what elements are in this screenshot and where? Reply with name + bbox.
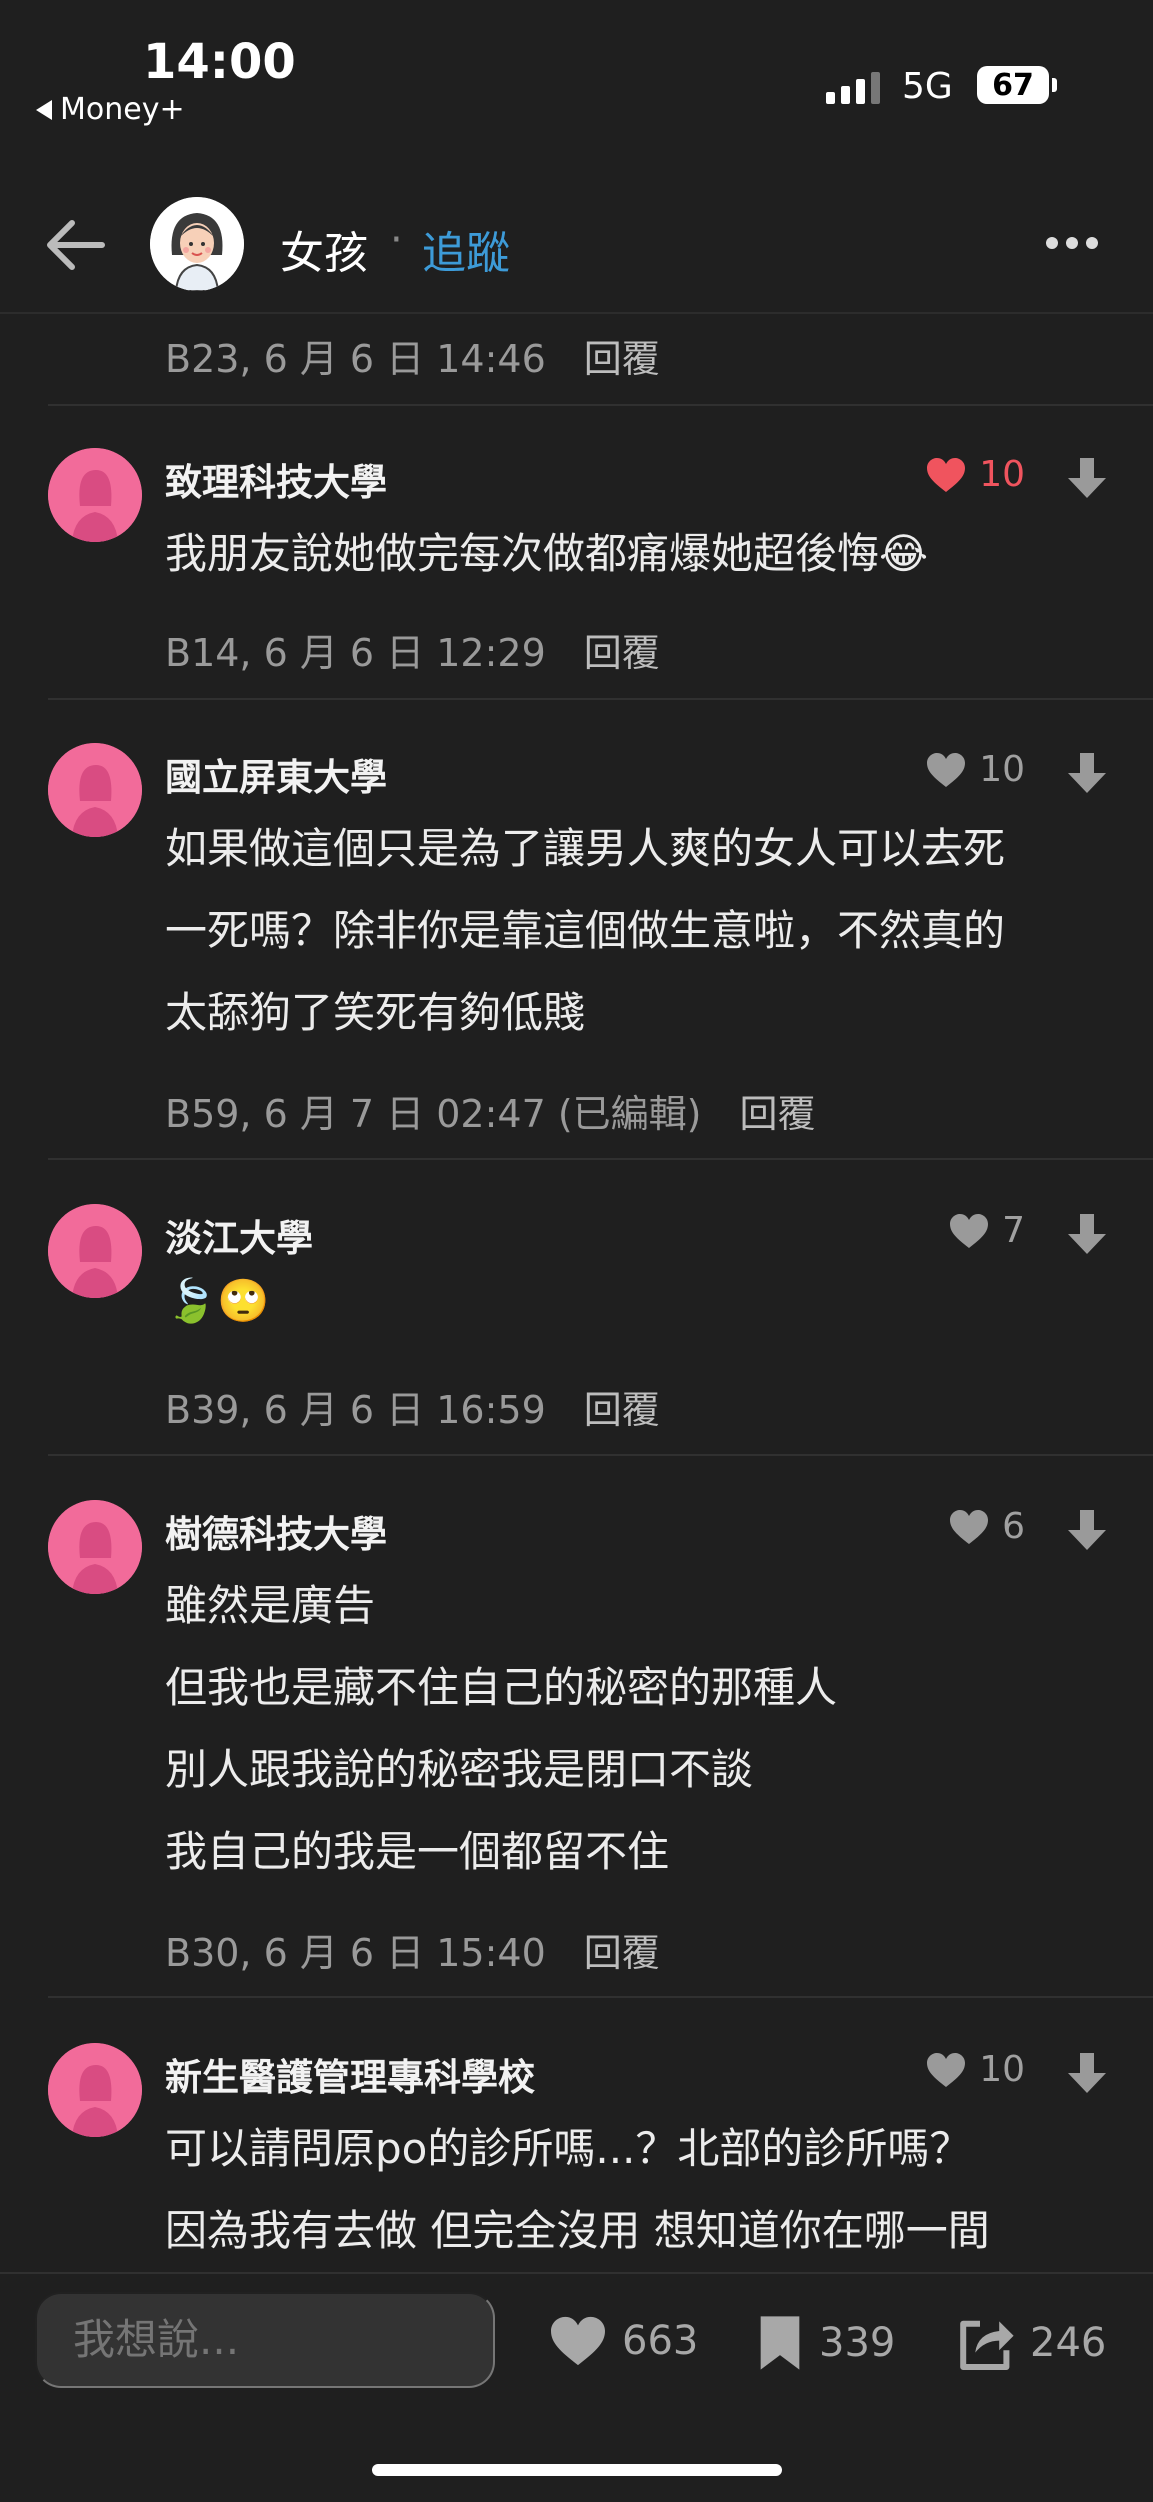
like-count: 6 xyxy=(1002,1506,1025,1547)
person-silhouette-icon xyxy=(48,743,142,837)
comment-text-line: 雖然是廣告 xyxy=(165,1581,376,1630)
avatar[interactable] xyxy=(48,448,142,542)
back-to-app-link[interactable]: Money+ xyxy=(36,92,185,127)
commenter-school: 致理科技大學 xyxy=(165,461,387,504)
comment-like-button[interactable]: 10 xyxy=(925,749,1025,790)
comment-meta: B30, 6 月 6 日 15:40 回覆 xyxy=(165,1922,660,1977)
comment-divider xyxy=(48,1158,1153,1160)
like-count: 10 xyxy=(979,749,1025,790)
like-count: 7 xyxy=(1002,1210,1025,1251)
header-divider xyxy=(0,312,1153,314)
avatar[interactable] xyxy=(48,743,142,837)
person-silhouette-icon xyxy=(48,448,142,542)
back-arrow-icon[interactable] xyxy=(40,215,110,275)
reply-button[interactable]: 回覆 xyxy=(584,1388,660,1432)
comment-like-button[interactable]: 10 xyxy=(925,454,1025,495)
reply-button[interactable]: 回覆 xyxy=(584,1931,660,1975)
comment-divider xyxy=(48,1996,1153,1998)
comment-text-line: 一死嗎？除非你是靠這個做生意啦，不然真的 xyxy=(165,906,1006,955)
more-options-icon[interactable] xyxy=(1046,237,1098,249)
back-app-label: Money+ xyxy=(60,92,185,127)
avatar[interactable] xyxy=(48,1204,142,1298)
bookmark-button[interactable]: 339 xyxy=(755,2314,895,2372)
like-count: 10 xyxy=(979,454,1025,495)
battery-icon: 67 xyxy=(977,66,1049,104)
comment-text-line: 太舔狗了笑死有夠低賤 xyxy=(165,988,586,1037)
heart-icon xyxy=(551,2316,605,2366)
heart-filled-icon xyxy=(927,457,966,492)
comment-floor-time: B39, 6 月 6 日 16:59 xyxy=(165,1388,546,1432)
comment-like-button[interactable]: 10 xyxy=(925,2049,1025,2090)
heart-icon xyxy=(950,1213,989,1248)
comment-text-line: 🍃🙄 xyxy=(165,1276,270,1325)
commenter-school: 國立屏東大學 xyxy=(165,756,387,799)
person-silhouette-icon xyxy=(48,1204,142,1298)
battery-level: 67 xyxy=(992,67,1034,103)
reply-button[interactable]: 回覆 xyxy=(740,1092,816,1136)
comment-text-line: 如果做這個只是為了讓男人爽的女人可以去死 xyxy=(165,824,1006,873)
post-like-button[interactable]: 663 xyxy=(548,2314,698,2368)
follow-button[interactable]: 追蹤 xyxy=(422,217,510,281)
network-label: 5G xyxy=(902,66,953,107)
back-triangle-icon xyxy=(36,99,52,120)
comment-text-line: 我自己的我是一個都留不住 xyxy=(165,1827,670,1876)
downvote-arrow-icon[interactable] xyxy=(1066,456,1108,500)
downvote-arrow-icon[interactable] xyxy=(1066,2051,1108,2095)
person-silhouette-icon xyxy=(48,2043,142,2137)
downvote-arrow-icon[interactable] xyxy=(1066,751,1108,795)
reply-button[interactable]: 回覆 xyxy=(584,631,660,675)
downvote-arrow-icon[interactable] xyxy=(1066,1212,1108,1256)
author-avatar[interactable] xyxy=(150,197,244,291)
comment-divider xyxy=(48,698,1153,700)
share-count: 246 xyxy=(1030,2320,1107,2366)
comment-input[interactable] xyxy=(35,2292,495,2388)
commenter-school: 新生醫護管理專科學校 xyxy=(165,2056,535,2099)
comment-text-line: 我朋友說她做完每次做都痛爆她超後悔😂 xyxy=(165,529,929,578)
comment-text-line: 可以請問原po的診所嗎...？北部的診所嗎？ xyxy=(165,2124,972,2173)
bookmark-count: 339 xyxy=(819,2320,896,2366)
downvote-arrow-icon[interactable] xyxy=(1066,1508,1108,1552)
avatar[interactable] xyxy=(48,1500,142,1594)
comment-floor-time: B23, 6 月 6 日 14:46 xyxy=(165,337,546,381)
comment-divider xyxy=(48,1454,1153,1456)
battery-cap xyxy=(1052,78,1057,92)
commenter-school: 淡江大學 xyxy=(165,1217,313,1260)
heart-icon xyxy=(927,752,966,787)
share-button[interactable]: 246 xyxy=(956,2314,1106,2372)
comment-text-line: 因為我有去做 但完全沒用 想知道你在哪一間 xyxy=(165,2206,990,2255)
comment-floor-time: B59, 6 月 7 日 02:47 (已編輯) xyxy=(165,1092,702,1136)
person-silhouette-icon xyxy=(48,1500,142,1594)
author-name[interactable]: 女孩 xyxy=(280,217,368,281)
signal-icon xyxy=(826,72,880,104)
reply-button[interactable]: 回覆 xyxy=(584,337,660,381)
heart-icon xyxy=(950,1509,989,1544)
comment-floor-time: B30, 6 月 6 日 15:40 xyxy=(165,1931,546,1975)
post-header: 女孩 · 追蹤 xyxy=(0,185,1153,305)
status-bar: 14:00 Money+ 5G 67 xyxy=(0,0,1153,140)
heart-icon xyxy=(927,2052,966,2087)
girl-avatar-icon xyxy=(150,197,244,291)
comment-like-button[interactable]: 7 xyxy=(948,1210,1025,1251)
comment-divider xyxy=(48,404,1153,406)
name-separator: · xyxy=(390,217,403,263)
comment-meta: B59, 6 月 7 日 02:47 (已編輯) 回覆 xyxy=(165,1083,816,1138)
comment-like-button[interactable]: 6 xyxy=(948,1506,1025,1547)
home-indicator[interactable] xyxy=(372,2464,782,2476)
comment-meta: B14, 6 月 6 日 12:29 回覆 xyxy=(165,622,660,677)
like-count: 10 xyxy=(979,2049,1025,2090)
share-icon xyxy=(960,2320,1014,2370)
comment-text-line: 別人跟我說的秘密我是閉口不談 xyxy=(165,1745,754,1794)
comment-text-line: 但我也是藏不住自己的秘密的那種人 xyxy=(165,1663,838,1712)
bookmark-icon xyxy=(760,2316,800,2370)
status-time: 14:00 xyxy=(143,34,296,90)
commenter-school: 樹德科技大學 xyxy=(165,1513,387,1556)
comment-meta: B23, 6 月 6 日 14:46 回覆 xyxy=(165,328,660,383)
post-like-count: 663 xyxy=(622,2318,699,2364)
comment-meta: B39, 6 月 6 日 16:59 回覆 xyxy=(165,1379,660,1434)
avatar[interactable] xyxy=(48,2043,142,2137)
comment-floor-time: B14, 6 月 6 日 12:29 xyxy=(165,631,546,675)
